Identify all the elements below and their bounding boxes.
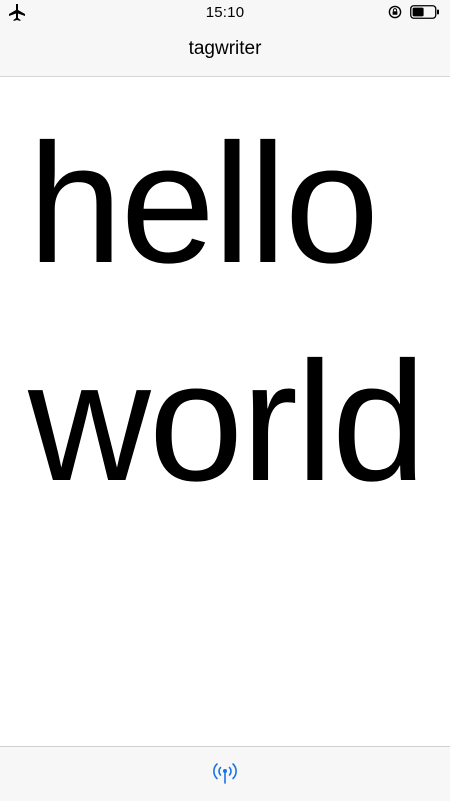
bottom-toolbar	[0, 746, 450, 801]
status-right-group	[388, 3, 440, 21]
text-display-area[interactable]: helloworld	[18, 77, 438, 745]
nav-title: tagwriter	[188, 38, 262, 59]
antenna-broadcast-icon	[210, 759, 240, 790]
navigation-bar: tagwriter	[0, 24, 450, 77]
rotation-lock-icon	[388, 5, 402, 19]
status-bar: 15:10	[0, 0, 450, 24]
write-tag-button[interactable]	[205, 759, 245, 789]
large-text-content: helloworld	[28, 109, 426, 517]
battery-icon	[410, 5, 440, 19]
status-time: 15:10	[205, 4, 245, 21]
